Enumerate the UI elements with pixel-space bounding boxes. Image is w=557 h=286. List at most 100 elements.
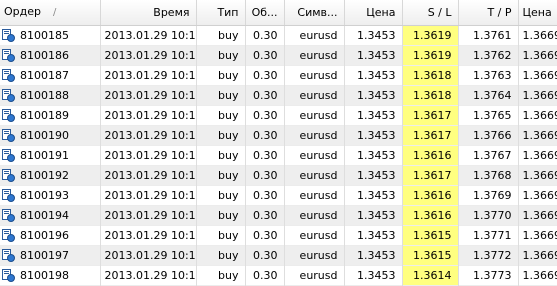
cell-type: buy bbox=[196, 265, 246, 286]
column-header-sl[interactable]: S / L bbox=[402, 0, 459, 26]
cell-time: 2013.01.29 10:11 bbox=[100, 205, 197, 226]
cell-take-profit: 1.3762 bbox=[458, 45, 519, 66]
cell-current-price: 1.3669 bbox=[518, 25, 557, 46]
cell-symbol: eurusd bbox=[284, 245, 345, 266]
column-header-type[interactable]: Тип bbox=[196, 0, 246, 26]
cell-open-price: 1.3453 bbox=[344, 245, 403, 266]
table-header: Ордер / Время Тип Об... Симв... Цена S / … bbox=[0, 0, 557, 26]
cell-stop-loss: 1.3616 bbox=[402, 205, 459, 226]
cell-volume: 0.30 bbox=[245, 245, 285, 266]
table-row[interactable]: 8100192 2013.01.29 10:10 buy 0.30 eurusd 1.34… bbox=[0, 165, 557, 186]
cell-open-price: 1.3453 bbox=[344, 25, 403, 46]
order-number: 8100194 bbox=[20, 209, 69, 222]
table-row[interactable]: 8100185 2013.01.29 10:10 buy 0.30 eurusd 1.34… bbox=[0, 25, 557, 46]
cell-time: 2013.01.29 10:10 bbox=[100, 85, 197, 106]
buy-order-icon bbox=[2, 269, 15, 282]
order-number: 8100189 bbox=[20, 109, 69, 122]
cell-volume: 0.30 bbox=[245, 165, 285, 186]
cell-open-price: 1.3453 bbox=[344, 265, 403, 286]
table-row[interactable]: 8100191 2013.01.29 10:10 buy 0.30 eurusd 1.34… bbox=[0, 145, 557, 166]
cell-open-price: 1.3453 bbox=[344, 85, 403, 106]
column-header-symbol[interactable]: Симв... bbox=[284, 0, 345, 26]
column-header-volume[interactable]: Об... bbox=[245, 0, 285, 26]
cell-current-price: 1.3669 bbox=[518, 225, 557, 246]
cell-volume: 0.30 bbox=[245, 205, 285, 226]
cell-volume: 0.30 bbox=[245, 85, 285, 106]
order-number: 8100185 bbox=[20, 29, 69, 42]
cell-type: buy bbox=[196, 145, 246, 166]
table-row[interactable]: 8100186 2013.01.29 10:10 buy 0.30 eurusd 1.34… bbox=[0, 45, 557, 66]
table-row[interactable]: 8100197 2013.01.29 10:11 buy 0.30 eurusd 1.34… bbox=[0, 245, 557, 266]
order-number: 8100190 bbox=[20, 129, 69, 142]
column-header-tp[interactable]: T / P bbox=[458, 0, 519, 26]
cell-stop-loss: 1.3615 bbox=[402, 225, 459, 246]
cell-symbol: eurusd bbox=[284, 145, 345, 166]
cell-stop-loss: 1.3617 bbox=[402, 165, 459, 186]
cell-time: 2013.01.29 10:11 bbox=[100, 265, 197, 286]
column-header-time[interactable]: Время bbox=[100, 0, 197, 26]
cell-current-price: 1.3669 bbox=[518, 45, 557, 66]
cell-stop-loss: 1.3619 bbox=[402, 25, 459, 46]
table-row[interactable]: 8100190 2013.01.29 10:10 buy 0.30 eurusd 1.34… bbox=[0, 125, 557, 146]
cell-stop-loss: 1.3618 bbox=[402, 85, 459, 106]
order-number: 8100187 bbox=[20, 69, 69, 82]
table-row[interactable]: 8100198 2013.01.29 10:11 buy 0.30 eurusd 1.34… bbox=[0, 265, 557, 286]
order-number: 8100196 bbox=[20, 229, 69, 242]
cell-order: 8100188 bbox=[0, 85, 101, 106]
cell-take-profit: 1.3767 bbox=[458, 145, 519, 166]
buy-order-icon bbox=[2, 109, 15, 122]
buy-order-icon bbox=[2, 249, 15, 262]
sort-indicator-icon: / bbox=[53, 7, 57, 18]
cell-symbol: eurusd bbox=[284, 185, 345, 206]
cell-stop-loss: 1.3614 bbox=[402, 265, 459, 286]
column-header-order[interactable]: Ордер / bbox=[0, 0, 101, 26]
cell-type: buy bbox=[196, 105, 246, 126]
table-row[interactable]: 8100188 2013.01.29 10:10 buy 0.30 eurusd 1.34… bbox=[0, 85, 557, 106]
cell-symbol: eurusd bbox=[284, 105, 345, 126]
cell-order: 8100197 bbox=[0, 245, 101, 266]
buy-order-icon bbox=[2, 209, 15, 222]
column-header-price[interactable]: Цена bbox=[344, 0, 403, 26]
cell-order: 8100187 bbox=[0, 65, 101, 86]
buy-order-icon bbox=[2, 89, 15, 102]
cell-volume: 0.30 bbox=[245, 25, 285, 46]
table-row[interactable]: 8100189 2013.01.29 10:10 buy 0.30 eurusd 1.34… bbox=[0, 105, 557, 126]
cell-symbol: eurusd bbox=[284, 205, 345, 226]
table-row[interactable]: 8100193 2013.01.29 10:11 buy 0.30 eurusd 1.34… bbox=[0, 185, 557, 206]
cell-volume: 0.30 bbox=[245, 265, 285, 286]
cell-time: 2013.01.29 10:10 bbox=[100, 45, 197, 66]
column-header-current-price[interactable]: Цена bbox=[518, 0, 557, 26]
cell-type: buy bbox=[196, 85, 246, 106]
cell-current-price: 1.3669 bbox=[518, 265, 557, 286]
cell-symbol: eurusd bbox=[284, 225, 345, 246]
cell-time: 2013.01.29 10:10 bbox=[100, 165, 197, 186]
cell-take-profit: 1.3769 bbox=[458, 185, 519, 206]
order-number: 8100186 bbox=[20, 49, 69, 62]
cell-stop-loss: 1.3618 bbox=[402, 65, 459, 86]
cell-take-profit: 1.3772 bbox=[458, 245, 519, 266]
cell-time: 2013.01.29 10:11 bbox=[100, 245, 197, 266]
cell-open-price: 1.3453 bbox=[344, 65, 403, 86]
cell-order: 8100191 bbox=[0, 145, 101, 166]
cell-current-price: 1.3669 bbox=[518, 185, 557, 206]
cell-symbol: eurusd bbox=[284, 165, 345, 186]
cell-type: buy bbox=[196, 45, 246, 66]
cell-current-price: 1.3669 bbox=[518, 125, 557, 146]
buy-order-icon bbox=[2, 129, 15, 142]
buy-order-icon bbox=[2, 189, 15, 202]
table-row[interactable]: 8100194 2013.01.29 10:11 buy 0.30 eurusd 1.34… bbox=[0, 205, 557, 226]
cell-time: 2013.01.29 10:11 bbox=[100, 225, 197, 246]
table-row[interactable]: 8100196 2013.01.29 10:11 buy 0.30 eurusd 1.34… bbox=[0, 225, 557, 246]
orders-table: Ордер / Время Тип Об... Симв... Цена S / … bbox=[0, 0, 557, 286]
cell-take-profit: 1.3761 bbox=[458, 25, 519, 46]
cell-take-profit: 1.3773 bbox=[458, 265, 519, 286]
cell-take-profit: 1.3765 bbox=[458, 105, 519, 126]
table-row[interactable]: 8100187 2013.01.29 10:10 buy 0.30 eurusd 1.34… bbox=[0, 65, 557, 86]
order-number: 8100192 bbox=[20, 169, 69, 182]
cell-open-price: 1.3453 bbox=[344, 105, 403, 126]
cell-current-price: 1.3669 bbox=[518, 105, 557, 126]
cell-stop-loss: 1.3615 bbox=[402, 245, 459, 266]
cell-open-price: 1.3453 bbox=[344, 45, 403, 66]
cell-symbol: eurusd bbox=[284, 265, 345, 286]
cell-symbol: eurusd bbox=[284, 65, 345, 86]
